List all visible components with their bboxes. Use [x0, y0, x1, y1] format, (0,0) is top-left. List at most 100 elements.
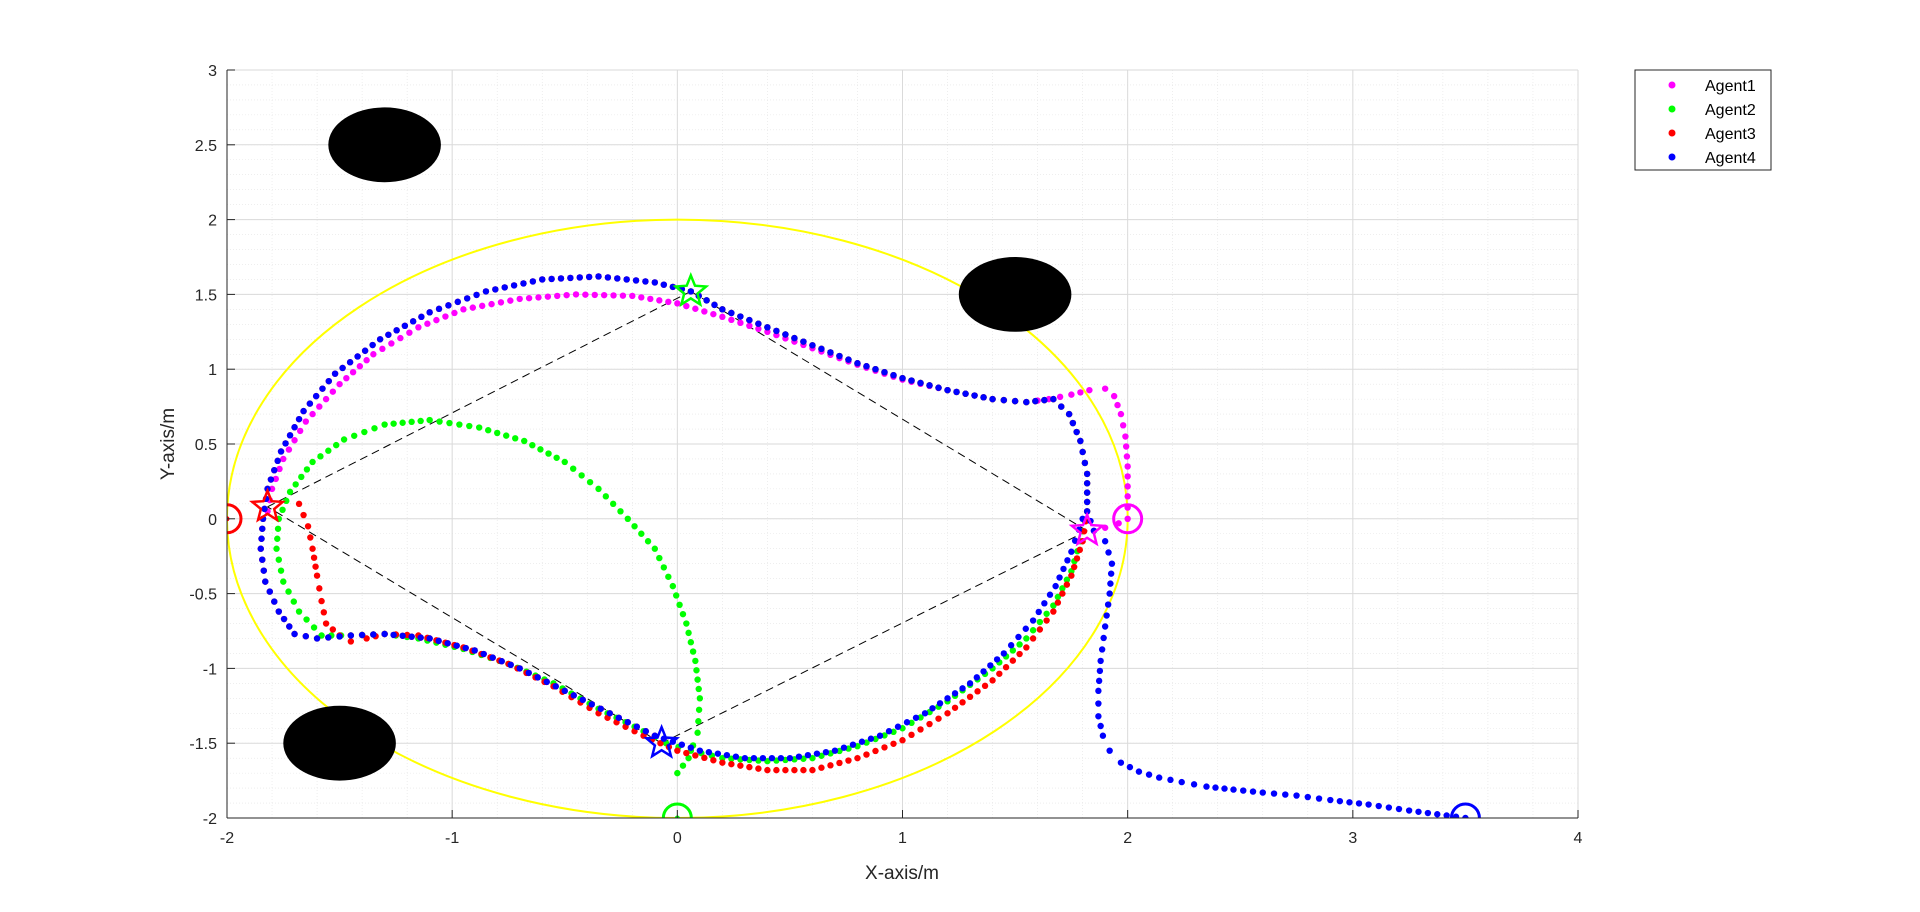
data-point-agent3 [1043, 617, 1050, 624]
data-point-agent4 [818, 345, 825, 353]
data-point-agent2 [595, 485, 602, 493]
data-point-agent3 [908, 731, 915, 739]
data-point-agent4 [480, 650, 487, 658]
data-point-agent1 [433, 316, 440, 324]
data-point-agent2 [561, 458, 568, 466]
x-tick-label: -2 [220, 830, 234, 847]
data-point-agent2 [309, 458, 316, 466]
data-point-agent4 [989, 395, 996, 403]
data-point-agent4 [492, 286, 499, 293]
data-point-agent4 [277, 448, 285, 455]
data-point-agent2 [295, 608, 303, 615]
data-point-agent3 [872, 747, 879, 755]
data-point-agent2 [669, 582, 677, 590]
legend-marker-agent2 [1668, 105, 1676, 113]
data-point-agent4 [604, 274, 612, 281]
data-point-agent2 [617, 508, 624, 515]
data-point-agent4 [266, 588, 273, 595]
data-point-agent4 [261, 505, 268, 513]
data-point-agent4 [1052, 582, 1059, 590]
data-point-agent1 [1123, 453, 1131, 460]
data-point-agent4 [876, 732, 884, 739]
data-point-agent2 [317, 453, 324, 460]
data-point-agent2 [660, 564, 668, 571]
data-point-agent3 [313, 572, 321, 579]
data-point-agent4 [1029, 617, 1037, 624]
data-point-agent4 [385, 331, 392, 338]
data-point-agent2 [292, 481, 299, 488]
data-point-agent4 [271, 466, 278, 474]
data-point-agent1 [302, 418, 310, 425]
data-point-agent1 [719, 313, 726, 321]
data-point-agent4 [642, 278, 649, 285]
data-point-agent4 [651, 279, 659, 286]
data-point-agent2 [340, 436, 348, 443]
data-point-agent4 [966, 680, 974, 687]
data-point-agent3 [966, 693, 974, 701]
data-point-agent4 [881, 368, 888, 376]
data-point-agent1 [1077, 389, 1084, 396]
data-point-agent1 [674, 300, 681, 307]
data-point-agent3 [329, 626, 337, 633]
data-point-agent4 [336, 633, 343, 640]
data-point-agent3 [701, 754, 708, 762]
data-point-agent2 [275, 556, 282, 563]
data-point-agent2 [436, 418, 443, 425]
data-point-agent1 [665, 298, 672, 306]
data-point-agent4 [1107, 580, 1114, 587]
series-agent2 [273, 288, 1091, 777]
legend-marker-agent4 [1668, 153, 1676, 161]
data-point-agent3 [944, 710, 951, 717]
data-point-agent1 [1101, 385, 1109, 392]
data-point-agent2 [656, 554, 663, 562]
data-point-agent2 [290, 598, 297, 605]
data-point-agent2 [631, 523, 638, 530]
data-point-agent4 [295, 415, 303, 423]
data-point-agent4 [1190, 781, 1198, 788]
data-point-agent3 [309, 545, 316, 552]
data-point-agent4 [973, 674, 981, 681]
data-point-agent4 [908, 377, 915, 384]
data-point-agent2 [333, 441, 340, 449]
data-point-agent4 [1230, 786, 1237, 793]
data-point-agent3 [899, 737, 906, 744]
data-point-agent1 [656, 297, 663, 304]
y-tick-label: 3 [208, 63, 217, 80]
data-point-agent3 [304, 523, 312, 530]
y-tick-label: 1.5 [195, 287, 217, 304]
data-point-agent4 [800, 338, 807, 345]
data-point-agent4 [1452, 813, 1460, 818]
x-axis-label: X-axis/m [865, 863, 939, 884]
data-point-agent2 [310, 624, 318, 631]
data-point-agent4 [719, 306, 726, 313]
data-point-agent4 [595, 273, 602, 280]
data-point-agent2 [361, 428, 368, 436]
data-point-agent4 [971, 392, 978, 399]
data-point-agent4 [813, 750, 821, 757]
data-point-agent4 [728, 309, 735, 317]
data-point-agent2 [695, 706, 703, 713]
data-point-agent1 [516, 295, 523, 303]
data-point-agent3 [307, 534, 314, 541]
data-point-agent2 [609, 500, 617, 508]
data-point-agent3 [1063, 581, 1071, 588]
data-point-agent4 [1355, 800, 1363, 807]
data-point-agent4 [435, 637, 442, 645]
data-point-agent4 [764, 324, 771, 331]
data-point-agent2 [694, 676, 701, 683]
data-point-agent4 [723, 751, 731, 759]
data-point-agent4 [899, 374, 906, 382]
data-point-agent4 [369, 341, 376, 349]
data-point-agent4 [1083, 470, 1091, 478]
legend-label-agent4: Agent4 [1705, 150, 1756, 167]
data-point-agent2 [484, 427, 492, 434]
data-point-agent1 [507, 297, 514, 304]
data-point-agent4 [1270, 790, 1278, 797]
data-point-agent2 [277, 567, 285, 574]
data-point-agent4 [258, 535, 265, 542]
data-point-agent4 [1327, 796, 1334, 804]
data-point-agent4 [606, 710, 613, 717]
data-point-agent4 [980, 668, 987, 675]
data-point-agent4 [921, 710, 929, 717]
data-point-agent4 [393, 327, 400, 334]
